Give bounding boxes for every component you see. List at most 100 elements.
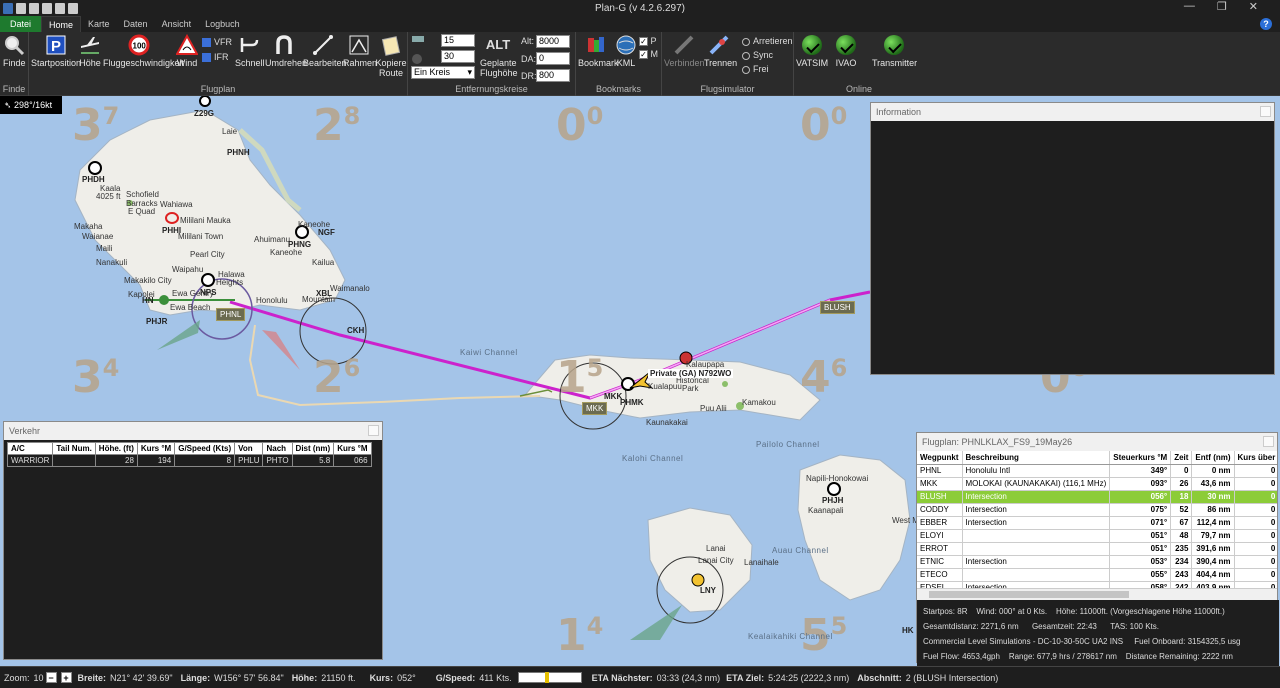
map-label: Honolulu — [256, 296, 288, 305]
export-icon[interactable] — [68, 2, 78, 14]
startposition-button[interactable]: P Startposition — [31, 34, 81, 68]
table-row[interactable]: WARRIOR 28 194 8 PHLU PHTO 5.8 066 — [6, 454, 372, 467]
column-header[interactable]: A/C — [6, 442, 54, 455]
vatsim-button[interactable]: VATSIM — [796, 34, 828, 68]
panel-close-icon[interactable] — [1260, 106, 1271, 117]
breite-value: N21° 42' 39.69" — [110, 672, 173, 683]
slider-knob[interactable] — [544, 672, 549, 683]
table-row[interactable]: ETECO 055° 243 404,4 nm 0 — [917, 568, 1277, 582]
column-header[interactable]: Zeit — [1170, 451, 1193, 465]
map-label: Kaanapali — [808, 506, 844, 515]
map-label: HN — [142, 296, 154, 305]
column-header[interactable]: Wegpunkt — [917, 451, 963, 465]
map-label: Pearl City — [190, 250, 225, 259]
save-icon[interactable] — [42, 2, 52, 14]
tab-datei[interactable]: Datei — [0, 16, 42, 32]
eta-ziel-label: ETA Ziel: — [726, 672, 765, 683]
waypoint-tag-mkk[interactable]: MKK — [582, 402, 608, 415]
zoom-in-button[interactable]: + — [60, 672, 72, 683]
sector-label: 26 — [313, 352, 361, 403]
scrollbar-thumb[interactable] — [929, 591, 1129, 598]
dr-input[interactable]: 800 — [536, 69, 570, 82]
print-icon[interactable] — [55, 2, 65, 14]
minimize-icon[interactable]: — — [1184, 0, 1195, 13]
column-header[interactable]: Nach — [262, 442, 293, 455]
frei-radio[interactable]: Frei — [742, 64, 769, 74]
horizontal-scrollbar[interactable] — [917, 588, 1277, 600]
map-label: Kealaikahiki Channel — [748, 632, 833, 641]
map-label: Waianae — [82, 232, 114, 241]
range-ring-1-input[interactable]: 15 — [441, 34, 475, 47]
finde-button[interactable]: Finde — [3, 34, 26, 68]
column-header[interactable]: Tail Num. — [52, 442, 96, 455]
panel-close-icon[interactable] — [1263, 436, 1274, 447]
geplante-flughoehe-button[interactable]: ALT Geplante Flughöhe — [480, 34, 518, 78]
table-row[interactable]: CODDY Intersection 075° 52 86 nm 0 — [917, 503, 1277, 517]
m-checkbox[interactable]: ✓ M — [639, 49, 658, 60]
ivao-button[interactable]: IVAO — [832, 34, 860, 68]
tab-daten[interactable]: Daten — [117, 16, 155, 32]
waypoint-tag-phnl[interactable]: PHNL — [216, 308, 246, 321]
table-row[interactable]: BLUSH Intersection 056° 18 30 nm 0 — [917, 490, 1277, 504]
table-row[interactable]: PHNL Honolulu Intl 349° 0 0 nm 0 — [917, 464, 1277, 478]
sim-rate-slider[interactable] — [517, 672, 582, 683]
bearbeiten-button[interactable]: Bearbeiten — [303, 34, 347, 68]
tab-karte[interactable]: Karte — [81, 16, 117, 32]
column-header[interactable]: Entf (nm) — [1191, 451, 1235, 465]
table-row[interactable]: ELOYI 051° 48 79,7 nm 0 — [917, 529, 1277, 543]
column-header[interactable]: Kurs °M — [136, 442, 176, 455]
parking-icon: P — [45, 34, 67, 56]
rahmen-button[interactable]: Rahmen — [343, 34, 377, 68]
sync-radio[interactable]: Sync — [742, 50, 773, 60]
schnell-button[interactable]: Schnell — [235, 34, 265, 68]
flightplan-table-wrap[interactable]: Wegpunkt Beschreibung Steuerkurs °M Zeit… — [917, 451, 1277, 589]
column-header[interactable]: G/Speed (Kts) — [174, 442, 236, 455]
tab-home[interactable]: Home — [41, 16, 82, 32]
column-header[interactable]: Kurs über — [1234, 451, 1277, 465]
column-header[interactable]: Höhe. (ft) — [94, 442, 138, 455]
table-row[interactable]: ETNIC Intersection 053° 234 390,4 nm 0 — [917, 555, 1277, 569]
panel-close-icon[interactable] — [368, 425, 379, 436]
table-row[interactable]: ERROT 051° 235 391,6 nm 0 — [917, 542, 1277, 556]
help-icon[interactable]: ? — [1260, 18, 1272, 30]
arretieren-radio[interactable]: Arretieren — [742, 36, 793, 46]
group-flugplan: P Startposition Höhe 100 Fluggeschwindig… — [29, 32, 408, 96]
zoom-out-button[interactable]: − — [45, 672, 57, 683]
table-row[interactable]: MKK MOLOKAI (KAUNAKAKAI) (116,1 MHz) 093° 2… — [917, 477, 1277, 491]
dr-label: DR: — [521, 71, 537, 81]
range-mode-select[interactable]: Ein Kreis ▾ — [411, 66, 475, 79]
column-header[interactable]: Von — [234, 442, 264, 455]
da-input[interactable]: 0 — [536, 52, 570, 65]
vfr-toggle[interactable]: VFR — [202, 37, 232, 48]
app-icon[interactable] — [3, 2, 13, 14]
verbinden-button[interactable]: Verbinden — [664, 34, 705, 68]
column-header[interactable]: Kurs °M — [333, 442, 372, 455]
vatsim-status-icon — [802, 35, 822, 55]
tab-logbuch[interactable]: Logbuch — [198, 16, 247, 32]
alt-input[interactable]: 8000 — [536, 35, 570, 48]
map-label: PHNH — [227, 148, 250, 157]
table-row[interactable]: EBBER Intersection 071° 67 112,4 nm 0 — [917, 516, 1277, 530]
aircraft-label[interactable]: Private (GA) N792WO — [648, 369, 734, 378]
tab-ansicht[interactable]: Ansicht — [155, 16, 199, 32]
waypoint-tag-blush[interactable]: BLUSH — [820, 301, 855, 314]
hoehe-button[interactable]: Höhe — [79, 34, 101, 68]
wind-button[interactable]: Wind — [175, 34, 199, 68]
restore-icon[interactable]: ❐ — [1217, 0, 1227, 13]
umdrehen-button[interactable]: Umdrehen — [265, 34, 307, 68]
transmitter-button[interactable]: Transmitter — [872, 34, 917, 68]
new-file-icon[interactable] — [16, 2, 26, 14]
close-icon[interactable]: ✕ — [1249, 0, 1258, 13]
open-folder-icon[interactable] — [29, 2, 39, 14]
column-header[interactable]: Beschreibung — [962, 451, 1111, 465]
bookmark-button[interactable]: Bookmark — [578, 34, 619, 68]
kopiere-route-button[interactable]: Kopiere Route — [375, 34, 407, 78]
fluggeschwindigkeit-button[interactable]: 100 Fluggeschwindigkeit — [103, 34, 184, 68]
trennen-button[interactable]: Trennen — [704, 34, 737, 68]
range-ring-2-input[interactable]: 30 — [441, 50, 475, 63]
kml-button[interactable]: KML — [614, 34, 638, 68]
column-header[interactable]: Steuerkurs °M — [1109, 451, 1172, 465]
column-header[interactable]: Dist (nm) — [291, 442, 335, 455]
p-checkbox[interactable]: ✓ P — [639, 36, 657, 47]
ifr-toggle[interactable]: IFR — [202, 52, 229, 63]
